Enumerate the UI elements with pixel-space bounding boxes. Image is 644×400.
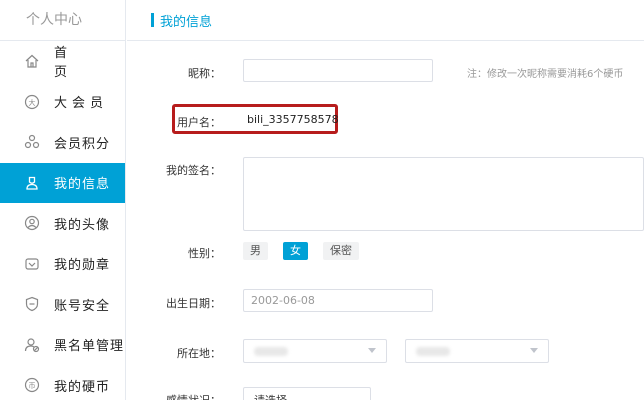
gender-label: 性别： xyxy=(188,247,221,260)
relationship-label: 感情状况： xyxy=(127,392,221,400)
svg-text:币: 币 xyxy=(29,382,36,390)
sidebar-item-blacklist[interactable]: 黑名单管理 xyxy=(0,325,125,366)
user-icon xyxy=(24,175,40,191)
sidebar-item-avatar[interactable]: 我的头像 xyxy=(0,203,125,244)
sidebar: 个人中心 首 页 大 大会员 会员积分 我的信息 我的头像 我的勋章 账号安全 … xyxy=(0,0,126,400)
username-value: bili_3357758578 xyxy=(247,113,339,126)
sidebar-item-label: 我的硬币 xyxy=(54,379,111,395)
gender-option-male[interactable]: 男 xyxy=(243,242,268,260)
signature-label: 我的签名： xyxy=(166,164,221,177)
province-value-blurred xyxy=(254,347,288,356)
nickname-label: 昵称： xyxy=(188,67,221,80)
chevron-down-icon xyxy=(530,348,538,353)
province-select[interactable] xyxy=(243,339,387,363)
relationship-value: 请选择 xyxy=(254,392,287,400)
sidebar-item-security[interactable]: 账号安全 xyxy=(0,284,125,325)
points-icon xyxy=(24,134,40,150)
birthday-input[interactable]: 2002-06-08 xyxy=(243,289,433,312)
sidebar-item-vip[interactable]: 大 大会员 xyxy=(0,82,125,123)
gender-option-secret[interactable]: 保密 xyxy=(323,242,359,260)
avatar-icon xyxy=(24,215,40,231)
sidebar-item-label: 首 页 xyxy=(54,46,86,81)
sidebar-item-coins[interactable]: 币 我的硬币 xyxy=(0,365,125,400)
sidebar-item-label: 账号安全 xyxy=(54,298,111,314)
blacklist-icon xyxy=(24,337,40,353)
vip-icon: 大 xyxy=(24,94,40,110)
gender-option-female[interactable]: 女 xyxy=(283,242,308,260)
nickname-note: 注：修改一次昵称需要消耗6个硬币 xyxy=(467,69,624,80)
main-content: 我的信息 昵称： 注：修改一次昵称需要消耗6个硬币 用户名： bili_3357… xyxy=(127,0,644,400)
coin-icon: 币 xyxy=(24,377,40,393)
birthday-label: 出生日期： xyxy=(166,297,221,310)
page-header: 我的信息 xyxy=(127,0,644,41)
sidebar-item-label: 我的头像 xyxy=(54,217,111,233)
sidebar-item-home[interactable]: 首 页 xyxy=(0,41,125,82)
chevron-down-icon xyxy=(368,348,376,353)
sidebar-item-label: 会员积分 xyxy=(54,136,111,152)
sidebar-item-points[interactable]: 会员积分 xyxy=(0,122,125,163)
sidebar-item-label: 我的信息 xyxy=(54,177,111,193)
relationship-select[interactable]: 请选择 xyxy=(243,387,371,400)
sidebar-item-medal[interactable]: 我的勋章 xyxy=(0,244,125,285)
medal-icon xyxy=(24,256,40,272)
signature-textarea[interactable] xyxy=(243,157,644,231)
location-label: 所在地： xyxy=(177,347,221,360)
sidebar-item-label: 我的勋章 xyxy=(54,258,111,274)
home-icon xyxy=(24,53,40,69)
shield-icon xyxy=(24,296,40,312)
city-value-blurred xyxy=(416,347,450,356)
sidebar-title: 个人中心 xyxy=(0,0,125,41)
username-label: 用户名： xyxy=(177,116,221,129)
page-title: 我的信息 xyxy=(160,14,213,30)
city-select[interactable] xyxy=(405,339,549,363)
sidebar-item-label: 大会员 xyxy=(54,96,109,112)
svg-text:大: 大 xyxy=(29,98,36,107)
sidebar-item-my-info[interactable]: 我的信息 xyxy=(0,162,125,203)
sidebar-item-label: 黑名单管理 xyxy=(54,339,125,355)
title-accent-bar xyxy=(151,13,154,27)
nickname-input[interactable] xyxy=(243,59,433,82)
